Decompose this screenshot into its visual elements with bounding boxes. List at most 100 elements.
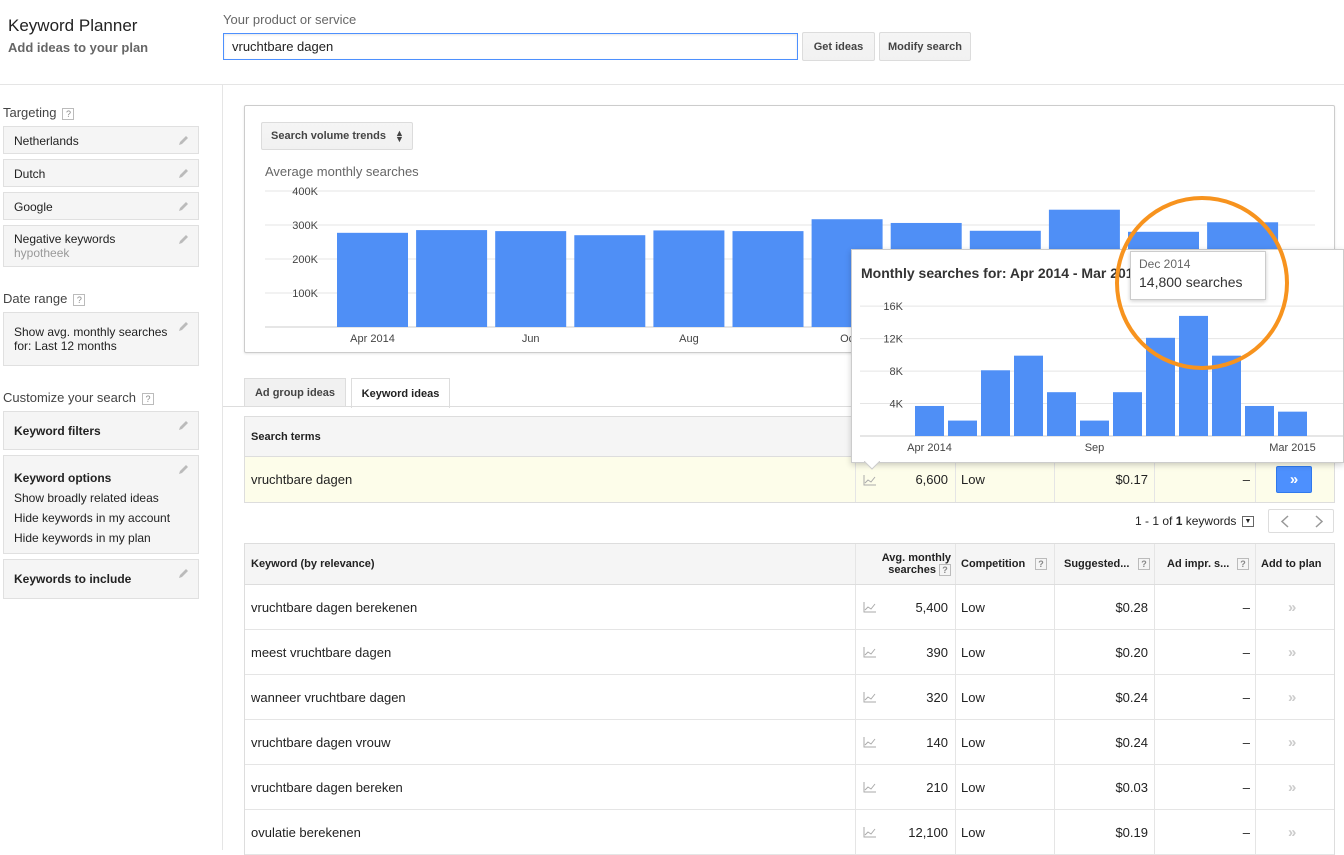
table-row[interactable]: vruchtbare dagen bereken 210 Low $0.03 – » (245, 765, 1334, 810)
help-icon[interactable]: ? (1138, 558, 1150, 570)
searches-cell: 5,400 (915, 599, 948, 615)
customize-heading-label: Customize your search (3, 390, 136, 405)
page-size-dropdown-icon[interactable]: ▼ (1242, 516, 1254, 527)
x-tick-label: Apr 2014 (350, 333, 395, 345)
y-tick-label: 400K (292, 186, 318, 198)
tab-keyword-ideas[interactable]: Keyword ideas (351, 378, 450, 408)
keyword-cell: vruchtbare dagen berekenen (251, 599, 418, 615)
keyword-options[interactable]: Keyword options Show broadly related ide… (3, 455, 199, 554)
col-searches-line2: searches? (888, 564, 951, 577)
bar (574, 235, 646, 327)
table-row[interactable]: wanneer vruchtbare dagen 320 Low $0.24 – » (245, 675, 1334, 720)
targeting-location[interactable]: Netherlands (3, 126, 199, 154)
pager-unit: keywords (1185, 514, 1237, 528)
get-ideas-button[interactable]: Get ideas (802, 32, 875, 61)
y-tick-label: 100K (292, 288, 318, 300)
date-range-heading: Date range? (3, 291, 86, 306)
bar (732, 231, 804, 327)
table-row[interactable]: vruchtbare dagen berekenen 5,400 Low $0.28 –… (245, 585, 1334, 630)
add-to-plan-button[interactable]: » (1288, 585, 1296, 629)
table-row[interactable]: meest vruchtbare dagen 390 Low $0.20 – » (245, 630, 1334, 675)
bar (915, 405, 944, 436)
pencil-icon (179, 235, 188, 244)
table-row[interactable]: ovulatie berekenen 12,100 Low $0.19 – » (245, 810, 1334, 855)
column-divider (955, 720, 956, 764)
keywords-to-include[interactable]: Keywords to include (3, 559, 199, 599)
searches-cell: 140 (926, 734, 948, 750)
column-divider (1054, 585, 1055, 629)
competition-cell: Low (961, 472, 985, 487)
column-divider (1154, 585, 1155, 629)
bar (337, 232, 408, 327)
searches-cell: 6,600 (915, 472, 948, 487)
add-to-plan-button[interactable]: » (1288, 765, 1296, 809)
product-input[interactable] (223, 33, 798, 60)
column-divider (1154, 457, 1155, 502)
table-row[interactable]: vruchtbare dagen 6,600 Low $0.17 – » (245, 457, 1334, 502)
targeting-network[interactable]: Google (3, 192, 199, 220)
help-icon[interactable]: ? (1237, 558, 1249, 570)
help-icon[interactable]: ? (939, 564, 951, 577)
help-icon[interactable]: ? (73, 293, 86, 306)
add-to-plan-button[interactable]: » (1288, 810, 1296, 854)
date-range-box[interactable]: Show avg. monthly searches for: Last 12 … (3, 312, 199, 366)
column-divider (1255, 585, 1256, 629)
col-searches-line1: Avg. monthly (881, 551, 951, 564)
column-divider (855, 544, 856, 584)
tab-ad-group-ideas[interactable]: Ad group ideas (244, 378, 346, 407)
col-avg-monthly-searches[interactable]: Avg. monthly searches? (861, 544, 951, 584)
bar (1245, 405, 1274, 436)
help-icon-wrap: ? (1035, 544, 1047, 584)
targeting-heading: Targeting? (3, 105, 75, 120)
keyword-option-item: Hide keywords in my account (14, 511, 171, 525)
keyword-option-item: Hide keywords in my plan (14, 531, 151, 545)
col-keyword[interactable]: Keyword (by relevance) (251, 544, 375, 584)
chevron-left-icon[interactable] (1280, 515, 1290, 528)
col-ad-impr-share[interactable]: Ad impr. s... (1167, 544, 1229, 584)
column-divider (955, 457, 956, 502)
negative-keywords[interactable]: Negative keywords hypotheek (3, 225, 199, 267)
search-terms-heading: Search terms (251, 430, 321, 443)
table-row[interactable]: vruchtbare dagen vrouw 140 Low $0.24 – » (245, 720, 1334, 765)
column-divider (1255, 457, 1256, 502)
sidebar: Targeting? Netherlands Dutch Google Nega… (0, 85, 223, 850)
bar (1080, 420, 1109, 436)
trend-icon[interactable] (863, 675, 877, 719)
targeting-language[interactable]: Dutch (3, 159, 199, 187)
keyword-cell: vruchtbare dagen vrouw (251, 734, 391, 750)
bar (1113, 392, 1142, 436)
column-divider (1255, 544, 1256, 584)
col-competition[interactable]: Competition (961, 544, 1025, 584)
chevron-right-icon[interactable] (1314, 515, 1324, 528)
help-icon[interactable]: ? (1035, 558, 1047, 570)
col-impr-label: Ad impr. s... (1167, 558, 1230, 570)
pager-of: of (1162, 514, 1173, 528)
trend-icon[interactable] (863, 585, 877, 629)
pager-total: 1 (1175, 514, 1183, 528)
trend-icon[interactable] (863, 810, 877, 854)
trend-icon[interactable] (863, 765, 877, 809)
product-label: Your product or service (223, 12, 357, 27)
add-to-plan-button[interactable]: » (1288, 630, 1296, 674)
keyword-cell: ovulatie berekenen (251, 824, 361, 840)
app-subtitle: Add ideas to your plan (8, 40, 149, 55)
add-to-plan-button[interactable]: » (1288, 675, 1296, 719)
column-divider (855, 630, 856, 674)
help-icon[interactable]: ? (141, 392, 154, 405)
column-divider (955, 544, 956, 584)
column-divider (955, 675, 956, 719)
help-icon[interactable]: ? (62, 107, 75, 120)
searches-cell: 12,100 (908, 824, 948, 840)
add-to-plan-button[interactable]: » (1276, 466, 1312, 493)
trend-icon[interactable] (863, 630, 877, 674)
pager-label: 1 - 1 of 1 keywords (1135, 514, 1236, 528)
trend-icon[interactable] (863, 720, 877, 764)
targeting-heading-label: Targeting (3, 105, 57, 120)
col-suggested-bid[interactable]: Suggested... (1064, 544, 1129, 584)
keyword-ideas-table: Keyword (by relevance) Avg. monthly sear… (244, 543, 1335, 855)
bid-cell: $0.03 (1115, 779, 1148, 795)
keyword-filters[interactable]: Keyword filters (3, 411, 199, 450)
modify-search-button[interactable]: Modify search (879, 32, 971, 61)
help-icon-wrap: ? (1138, 544, 1150, 584)
add-to-plan-button[interactable]: » (1288, 720, 1296, 764)
